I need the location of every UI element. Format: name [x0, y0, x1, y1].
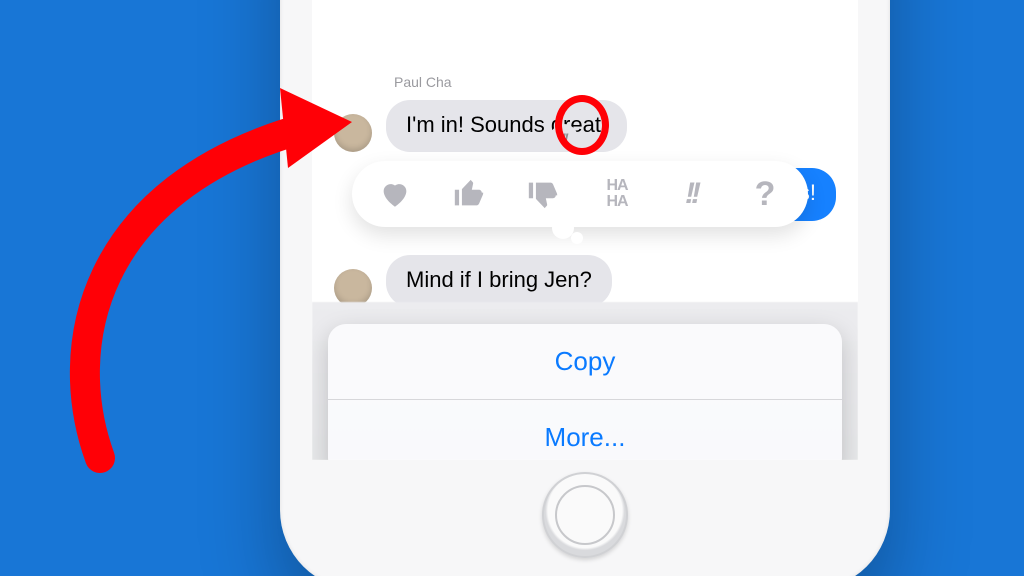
haha-icon: HAHA [606, 178, 627, 210]
tapback-haha[interactable]: HAHA [596, 173, 638, 215]
action-sheet: Copy More... [328, 324, 842, 460]
thumbs-down-icon [526, 177, 560, 211]
tapback-reaction-bar: HAHA !! ? [352, 161, 808, 227]
tapback-thumbs-down[interactable] [522, 173, 564, 215]
iphone-screen: Paul Cha I'm in! Sounds great. !! cks! M… [312, 0, 858, 460]
sender-label: Paul Cha [394, 74, 858, 90]
question-icon: ? [755, 177, 776, 211]
home-button[interactable] [542, 472, 628, 558]
tapback-exclamation[interactable]: !! [670, 173, 712, 215]
tapback-heart[interactable] [374, 173, 416, 215]
more-button[interactable]: More... [328, 400, 842, 460]
message-bubble[interactable]: Mind if I bring Jen? [386, 255, 612, 307]
iphone-device-frame: Paul Cha I'm in! Sounds great. !! cks! M… [280, 0, 890, 576]
tapback-thumbs-up[interactable] [448, 173, 490, 215]
tapback-question[interactable]: ? [744, 173, 786, 215]
heart-icon [378, 177, 412, 211]
avatar[interactable] [334, 114, 372, 152]
annotation-highlight-circle [555, 95, 609, 155]
copy-button[interactable]: Copy [328, 324, 842, 399]
exclamation-icon: !! [685, 179, 697, 209]
thumbs-up-icon [452, 177, 486, 211]
